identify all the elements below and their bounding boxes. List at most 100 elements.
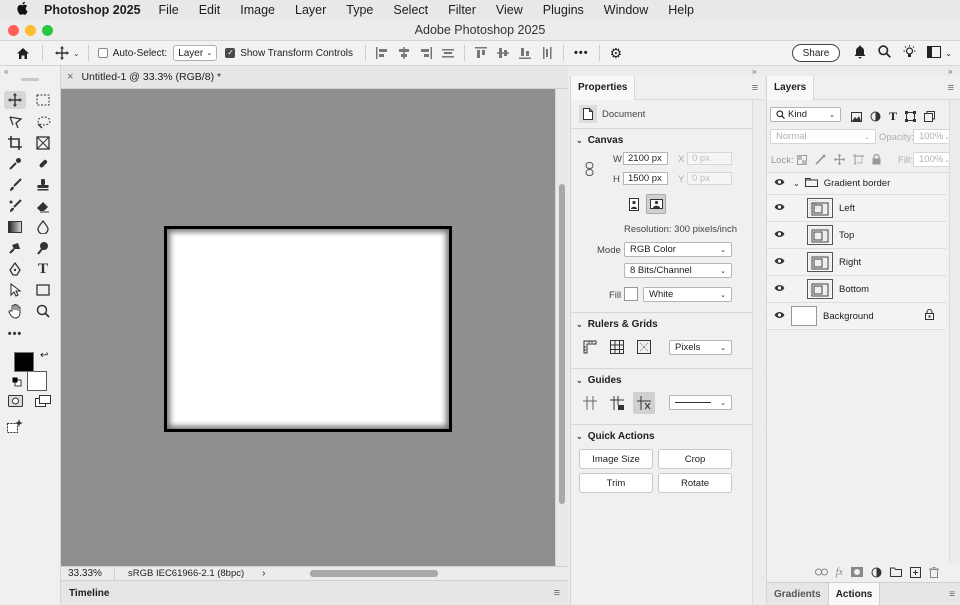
background-layer-row[interactable]: Background — [767, 303, 946, 330]
shape-filter-icon[interactable] — [905, 111, 917, 122]
close-document-icon[interactable]: × — [67, 71, 73, 83]
fx-icon[interactable]: fx — [836, 567, 843, 578]
tab-gradients[interactable]: Gradients — [767, 583, 828, 605]
crop-button[interactable]: Crop — [658, 449, 732, 469]
layer-filter-dropdown[interactable]: Kind ⌄ — [770, 107, 841, 122]
trash-icon[interactable] — [929, 566, 939, 578]
more-tools-icon[interactable]: ••• — [4, 325, 26, 343]
mode-dropdown[interactable]: RGB Color ⌄ — [624, 242, 732, 257]
menu-layer[interactable]: Layer — [295, 3, 326, 17]
align-middle-v-icon[interactable] — [497, 47, 510, 59]
app-menu[interactable]: Photoshop 2025 — [44, 3, 141, 17]
gear-icon[interactable]: ⚙ — [610, 45, 623, 62]
menu-file[interactable]: File — [159, 3, 179, 17]
new-group-icon[interactable] — [890, 567, 902, 577]
tab-properties[interactable]: Properties — [571, 75, 636, 100]
ruler-icon[interactable] — [582, 339, 598, 355]
document-canvas[interactable] — [164, 226, 452, 432]
panel-menu-icon[interactable]: ≡ — [949, 589, 955, 600]
menu-view[interactable]: View — [496, 3, 523, 17]
document-tab-title[interactable]: Untitled-1 @ 33.3% (RGB/8) * — [81, 71, 221, 83]
dodge-tool-icon[interactable] — [4, 239, 26, 257]
blur-tool-icon[interactable] — [32, 218, 54, 236]
bit-depth-dropdown[interactable]: 8 Bits/Channel ⌄ — [624, 263, 732, 278]
distribute-icon[interactable] — [442, 47, 455, 59]
eyedropper-tool-icon[interactable] — [4, 155, 26, 173]
chevron-down-icon[interactable]: ⌄ — [73, 49, 80, 58]
height-field[interactable]: 1500 px — [623, 172, 668, 185]
blend-mode-dropdown[interactable]: Normal ⌄ — [770, 129, 876, 144]
search-icon[interactable] — [878, 45, 892, 61]
chevron-down-icon[interactable]: ⌄ — [793, 179, 800, 188]
properties-scrollbar[interactable] — [752, 100, 764, 605]
history-brush-icon[interactable] — [4, 197, 26, 215]
adjustment-filter-icon[interactable] — [870, 111, 881, 122]
portrait-orientation-icon[interactable] — [626, 196, 642, 212]
pixel-grid-icon[interactable] — [636, 339, 652, 355]
collapse-icon[interactable]: » — [752, 67, 756, 76]
eraser-tool-icon[interactable] — [32, 197, 54, 215]
layers-scrollbar[interactable] — [949, 100, 960, 562]
type-tool-icon[interactable]: T — [32, 260, 54, 278]
frame-tool-icon[interactable] — [32, 134, 54, 152]
units-dropdown[interactable]: Pixels ⌄ — [669, 340, 732, 355]
quick-mask-icon[interactable] — [4, 392, 26, 410]
rotate-button[interactable]: Rotate — [658, 473, 732, 493]
layer-row[interactable]: Right — [767, 249, 946, 276]
move-tool-icon[interactable] — [4, 91, 26, 109]
lasso-tool-icon[interactable] — [4, 113, 26, 131]
align-right-icon[interactable] — [420, 47, 433, 59]
y-field[interactable]: 0 px — [687, 172, 732, 185]
drag-handle[interactable] — [21, 78, 39, 81]
status-menu-arrow[interactable]: › — [262, 568, 265, 579]
fill-dropdown[interactable]: White ⌄ — [643, 287, 732, 302]
panel-menu-icon[interactable]: ≡ — [752, 82, 758, 94]
generative-fill-icon[interactable] — [4, 417, 26, 435]
brush-tool-icon[interactable] — [4, 176, 26, 194]
pen-tool-icon[interactable] — [4, 260, 26, 278]
quick-actions-section-header[interactable]: ⌄ Quick Actions — [571, 431, 655, 442]
zoom-level[interactable]: 33.33% — [68, 568, 114, 579]
image-size-button[interactable]: Image Size — [579, 449, 653, 469]
home-icon[interactable] — [16, 47, 30, 60]
zoom-tool-icon[interactable] — [32, 302, 54, 320]
rectangle-tool-icon[interactable] — [32, 281, 54, 299]
tab-layers[interactable]: Layers — [767, 75, 815, 100]
menu-window[interactable]: Window — [604, 3, 648, 17]
trim-button[interactable]: Trim — [579, 473, 653, 493]
menu-help[interactable]: Help — [668, 3, 694, 17]
visibility-eye-icon[interactable] — [767, 203, 791, 214]
guides-icon[interactable] — [582, 395, 598, 411]
fill-color-swatch[interactable] — [624, 287, 638, 301]
link-layers-icon[interactable] — [814, 568, 828, 576]
vertical-scrollbar[interactable] — [555, 89, 568, 566]
show-transform-checkbox[interactable] — [225, 48, 236, 58]
auto-select-dropdown[interactable]: Layer ⌄ — [173, 45, 218, 61]
auto-select-checkbox[interactable] — [97, 48, 108, 58]
gradient-tool-icon[interactable] — [4, 218, 26, 236]
screen-mode-icon[interactable] — [32, 392, 54, 410]
menu-plugins[interactable]: Plugins — [543, 3, 584, 17]
distribute-vertical-icon[interactable] — [541, 47, 553, 59]
menu-type[interactable]: Type — [346, 3, 373, 17]
canvas-section-header[interactable]: ⌄ Canvas — [571, 135, 623, 146]
visibility-eye-icon[interactable] — [767, 230, 791, 241]
layer-row[interactable]: Bottom — [767, 276, 946, 303]
crop-tool-icon[interactable] — [4, 134, 26, 152]
link-icon[interactable] — [585, 162, 594, 179]
new-layer-icon[interactable] — [910, 566, 921, 578]
align-top-icon[interactable] — [475, 47, 488, 59]
lock-artboard-icon[interactable] — [853, 154, 864, 165]
path-selection-icon[interactable] — [4, 281, 26, 299]
grid-icon[interactable] — [609, 339, 625, 355]
type-filter-icon[interactable]: T — [889, 109, 897, 124]
apple-icon[interactable] — [0, 1, 44, 18]
sponge-tool-icon[interactable] — [32, 239, 54, 257]
visibility-eye-icon[interactable] — [767, 178, 791, 189]
lock-guides-icon[interactable] — [609, 395, 625, 411]
horizontal-scroll-thumb[interactable] — [310, 570, 438, 577]
share-button[interactable]: Share — [791, 44, 841, 62]
lock-transparency-icon[interactable] — [797, 154, 807, 165]
foreground-color-swatch[interactable] — [14, 352, 34, 372]
menu-select[interactable]: Select — [393, 3, 428, 17]
